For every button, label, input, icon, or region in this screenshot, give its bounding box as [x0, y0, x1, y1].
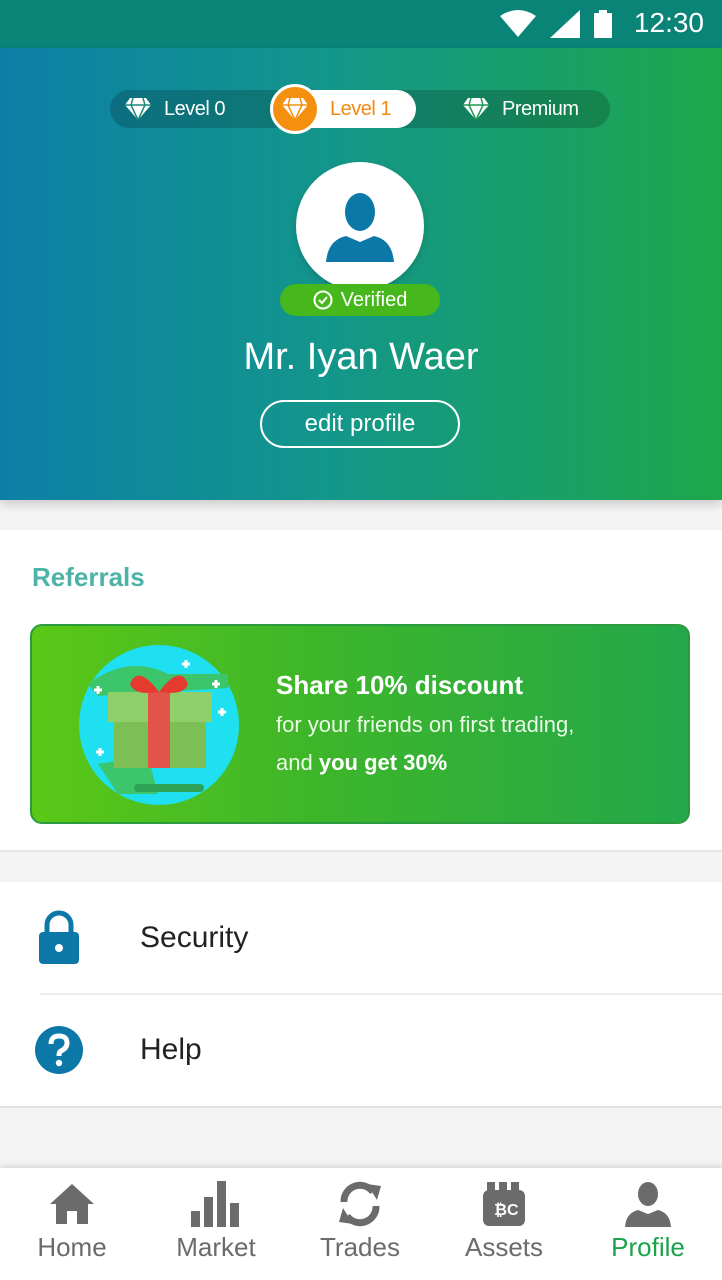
nav-assets-label: Assets [464, 1232, 544, 1262]
menu-label-help: Help [140, 1033, 202, 1066]
premium-tab[interactable]: Premium [462, 90, 579, 128]
svg-text:₿C: ₿C [494, 1201, 519, 1219]
gift-illustration [79, 645, 239, 805]
nav-home[interactable]: Home [0, 1168, 144, 1280]
level-0-label: Level 0 [164, 97, 226, 120]
nav-profile[interactable]: Profile [576, 1168, 720, 1280]
profile-header: Level 0 Level 1 Premium Verified Mr. Iya… [0, 48, 722, 500]
level-selector: Level 0 Level 1 Premium [110, 84, 610, 134]
user-name: Mr. Iyan Waer [243, 336, 479, 378]
check-circle-icon [313, 290, 333, 310]
avatar[interactable] [296, 162, 424, 290]
diamond-icon [282, 97, 308, 121]
menu-item-security[interactable]: Security [0, 882, 722, 995]
wifi-icon [500, 10, 536, 37]
sync-icon [334, 1180, 386, 1228]
referrals-section: Referrals Share 10% discount for your fr… [0, 530, 722, 852]
signal-icon [550, 10, 580, 38]
promo-line-2: and you get 30% [276, 750, 447, 776]
home-icon [46, 1180, 98, 1228]
promo-line-1: for your friends on first trading, [276, 712, 575, 737]
help-icon [34, 1022, 84, 1078]
nav-market-label: Market [176, 1232, 256, 1262]
nav-trades-label: Trades [320, 1232, 400, 1262]
battery-icon [594, 10, 612, 38]
menu-label-security: Security [140, 921, 249, 954]
nav-profile-label: Profile [611, 1232, 685, 1262]
status-icons [500, 10, 612, 38]
bottom-nav: Home Market Trades ₿C Assets Profile [0, 1168, 722, 1280]
nav-home-label: Home [37, 1232, 107, 1262]
referrals-title: Referrals [32, 562, 145, 592]
menu-item-help[interactable]: Help [0, 994, 722, 1106]
nav-market[interactable]: Market [144, 1168, 288, 1280]
status-bar: 12:30 [0, 0, 722, 48]
lock-icon [34, 910, 84, 966]
verified-badge: Verified [280, 284, 440, 316]
person-icon [622, 1180, 674, 1228]
bar-chart-icon [190, 1180, 242, 1228]
promo-headline: Share 10% discount [276, 670, 524, 700]
level-0-tab[interactable]: Level 0 [124, 90, 226, 128]
person-icon [326, 193, 394, 262]
level-1-tab[interactable]: Level 1 [270, 84, 416, 134]
wallet-icon: ₿C [478, 1180, 530, 1228]
promo-line-2-bold: you get 30% [318, 750, 448, 775]
promo-line-2-prefix: and [276, 750, 313, 775]
status-time: 12:30 [633, 7, 704, 38]
nav-assets[interactable]: ₿C Assets [432, 1168, 576, 1280]
premium-label: Premium [502, 97, 579, 120]
diamond-icon [125, 97, 151, 121]
settings-menu: Security Help [0, 882, 722, 1108]
referral-banner[interactable]: Share 10% discount for your friends on f… [30, 624, 690, 824]
level-1-badge [270, 84, 320, 134]
nav-trades[interactable]: Trades [288, 1168, 432, 1280]
diamond-icon [463, 97, 489, 121]
verified-label: Verified [340, 288, 408, 311]
edit-profile-button[interactable]: edit profile [260, 400, 460, 448]
level-1-label: Level 1 [330, 98, 392, 120]
